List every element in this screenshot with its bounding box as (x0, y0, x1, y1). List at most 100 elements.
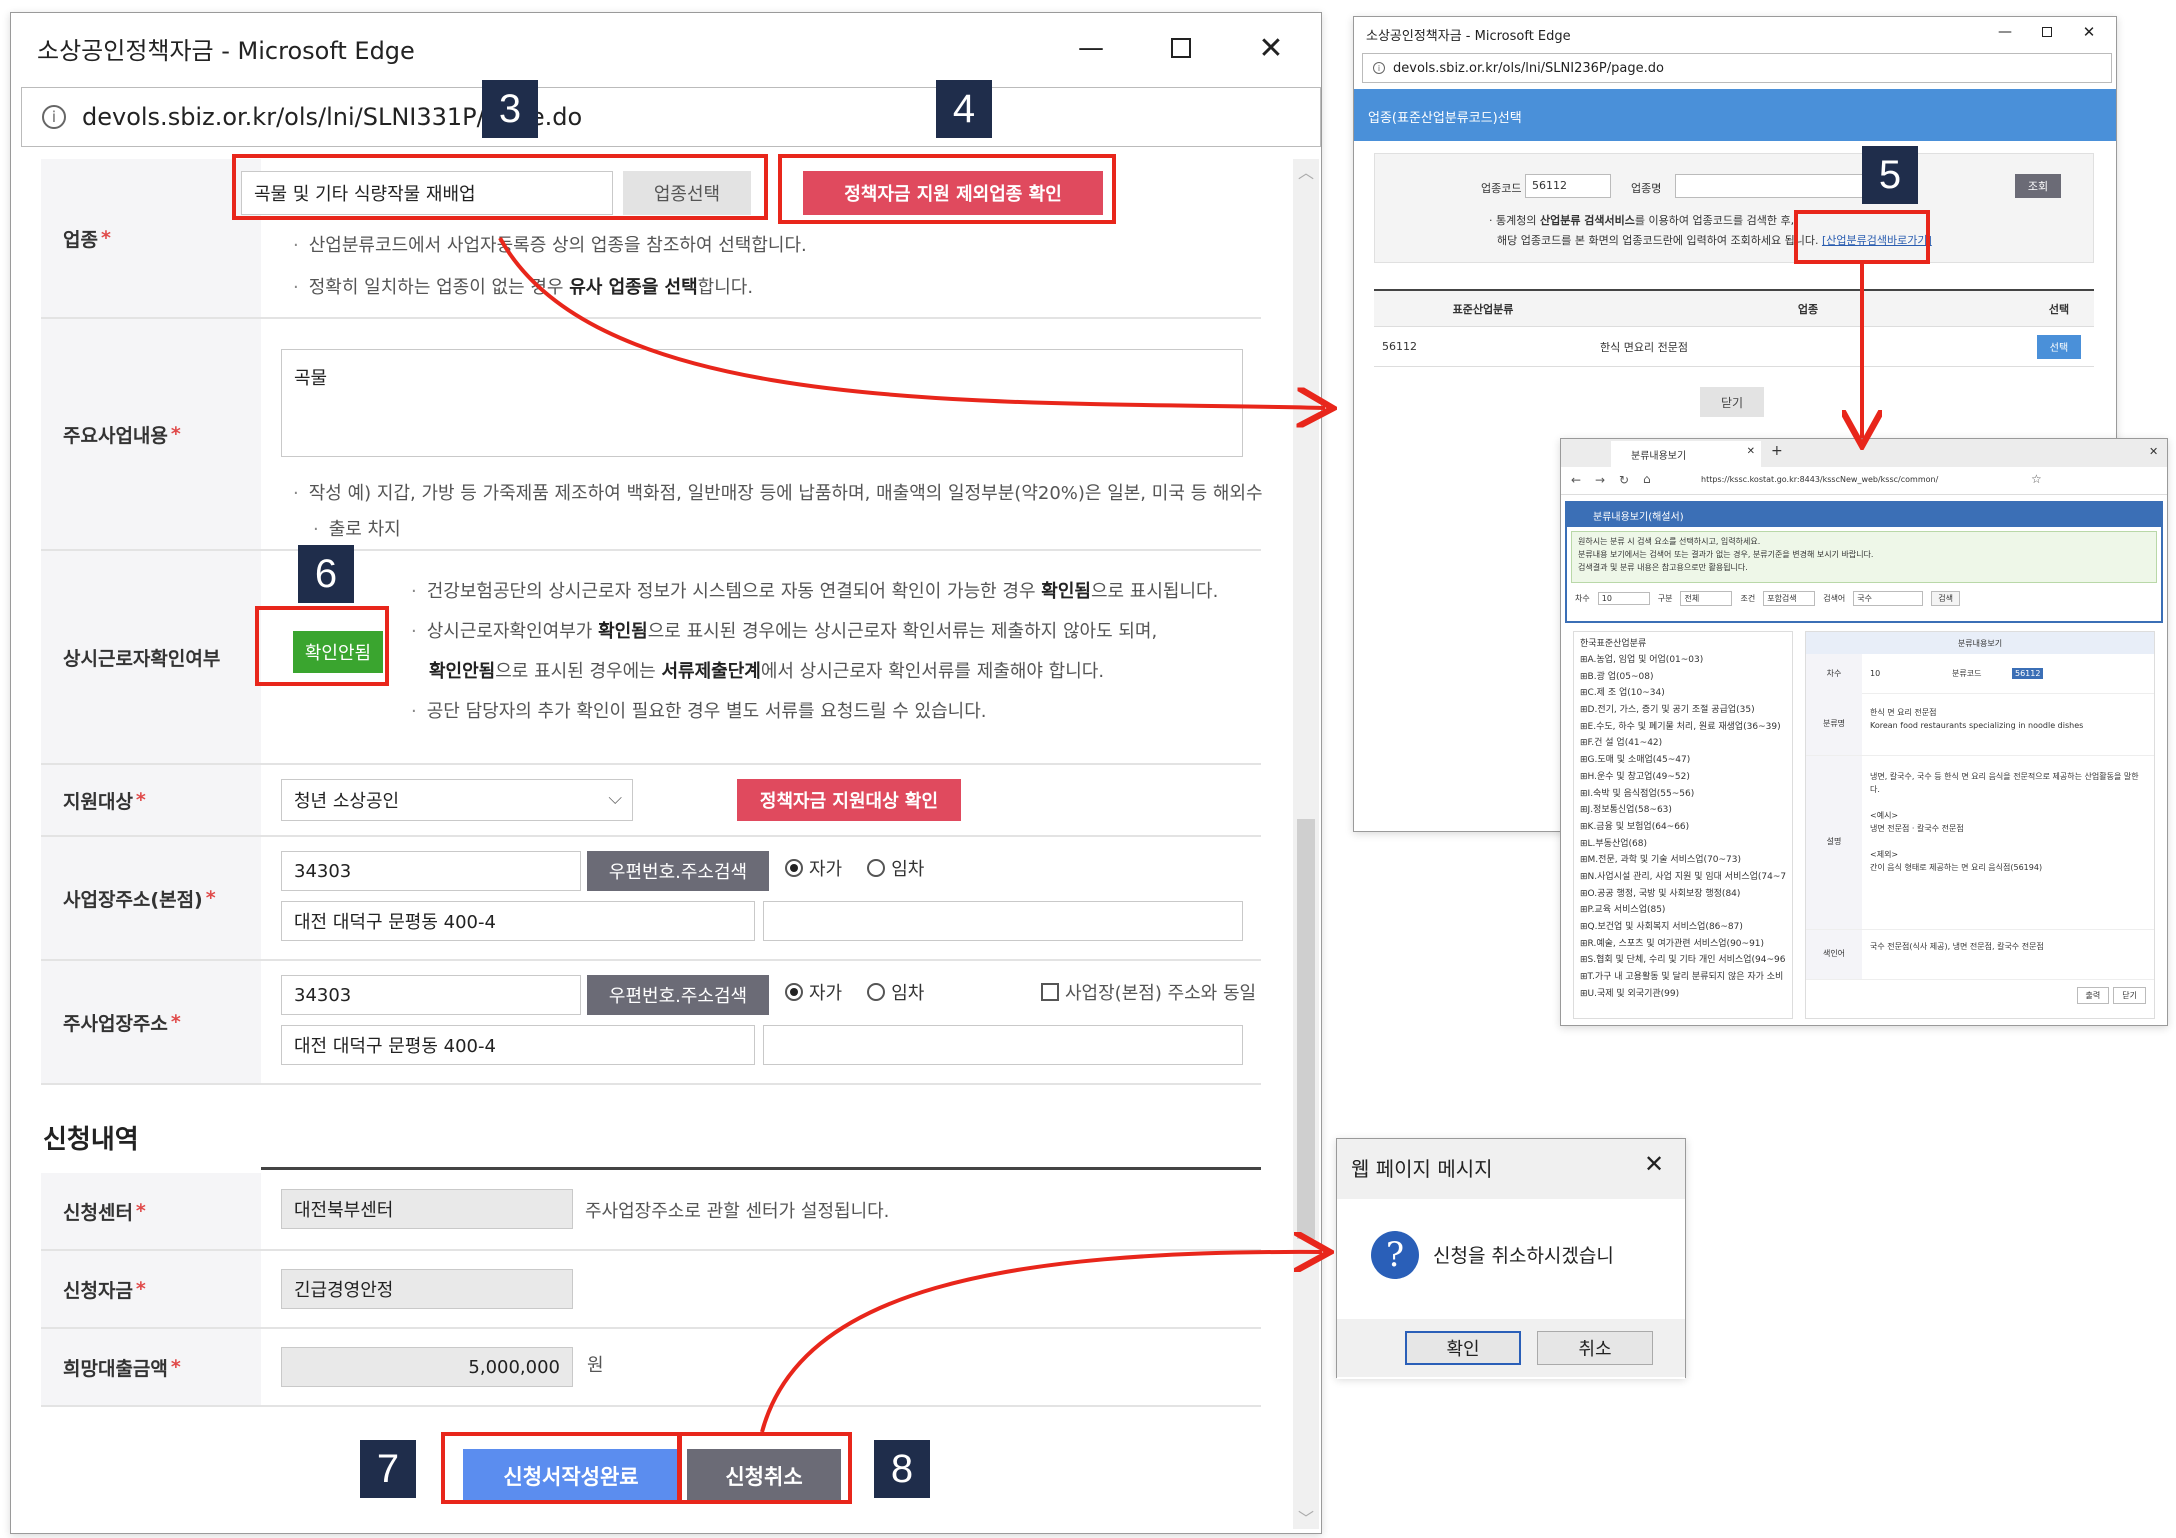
f-gu-select[interactable]: 전체 (1680, 591, 1733, 606)
kssc-browser-window: 분류내용보기 ✕ + ✕ ← → ↻ ⌂ https://kssc.kostat.… (1560, 438, 2168, 1026)
scroll-down-icon[interactable]: ﹀ (1293, 1505, 1319, 1529)
tree-item[interactable]: ⊞R.예술, 스포츠 및 여가관련 서비스업(90~91) (1580, 936, 1786, 953)
target-select[interactable]: 청년 소상공인 ⌵ (281, 779, 633, 821)
forward-icon[interactable]: → (1595, 473, 1605, 487)
dialog-ok-button[interactable]: 확인 (1405, 1331, 1521, 1365)
tree-item[interactable]: ⊞U.국제 및 외국기관(99) (1580, 986, 1786, 1003)
kssc-print-button[interactable]: 출력 (2076, 987, 2110, 1004)
kssc-close-button[interactable]: 닫기 (2113, 987, 2146, 1004)
popup-address-bar[interactable]: i devols.sbiz.or.kr/ols/lni/SLNI236P/pag… (1362, 53, 2112, 83)
kssc-panel: 분류내용보기(해설서) 원하시는 분류 시 검색 요소를 선택하시고, 입력하세… (1565, 501, 2163, 623)
industry-label: 업종 * (41, 159, 261, 317)
maximize-icon[interactable] (1161, 31, 1201, 65)
tree-item[interactable]: ⊞I.숙박 및 음식점업(55~56) (1580, 786, 1786, 803)
highlight-cancel-button (678, 1432, 852, 1504)
lookup-button[interactable]: 조회 (2015, 174, 2061, 198)
tree-item[interactable]: ⊞H.운수 및 창고업(49~52) (1580, 769, 1786, 786)
amount-input[interactable]: 5,000,000 (281, 1347, 573, 1387)
amount-label: 희망대출금액 * (41, 1329, 261, 1405)
business-note-2: 출로 차지 (313, 515, 401, 541)
popup-maximize-icon[interactable] (2036, 21, 2058, 43)
new-tab-icon[interactable]: + (1771, 443, 1783, 459)
result-table: 표준산업분류 업종 선택 56112 한식 면요리 전문점 선택 (1374, 289, 2094, 367)
dialog-close-icon[interactable]: ✕ (1637, 1149, 1671, 1179)
worker-row: 상시근로자확인여부 확인안됨 건강보험공단의 상시근로자 정보가 시스템으로 자… (41, 551, 1261, 765)
refresh-icon[interactable]: ↻ (1619, 473, 1629, 487)
back-icon[interactable]: ← (1571, 473, 1581, 487)
code-label: 업종코드 (1481, 182, 1522, 195)
tree-item[interactable]: ⊞T.가구 내 고용활동 및 달리 분류되지 않은 자가 소비 생산활동(97~… (1580, 969, 1786, 986)
main-zip-input[interactable]: 34303 (281, 975, 581, 1015)
code-input[interactable]: 56112 (1525, 174, 1611, 198)
hq-address-search-button[interactable]: 우편번호.주소검색 (587, 851, 769, 891)
target-check-button[interactable]: 정책자금 지원대상 확인 (737, 779, 961, 821)
tree-item[interactable]: ⊞O.공공 행정, 국방 및 사회보장 행정(84) (1580, 886, 1786, 903)
close-icon[interactable]: ✕ (1251, 31, 1291, 66)
row-select-button[interactable]: 선택 (2037, 334, 2081, 359)
tree-item[interactable]: ⊞B.광 업(05~08) (1580, 669, 1786, 686)
detail-row-name: 분류명 한식 면 요리 전문점 Korean food restaurants s… (1806, 694, 2154, 756)
hq-rent-radio[interactable]: 임차 (867, 855, 924, 881)
tree-item[interactable]: ⊞A.농업, 임업 및 어업(01~03) (1580, 652, 1786, 669)
popup-minimize-icon[interactable]: — (1994, 21, 2016, 43)
scroll-thumb[interactable] (1297, 819, 1315, 1239)
page-scrollbar[interactable]: ︿ ﹀ (1293, 159, 1319, 1529)
popup-close-button[interactable]: 닫기 (1700, 387, 1764, 417)
hq-own-radio[interactable]: 자가 (785, 855, 842, 881)
tree-item[interactable]: ⊞D.전기, 가스, 증기 및 공기 조절 공급업(35) (1580, 702, 1786, 719)
kssc-nav-bar: ← → ↻ ⌂ https://kssc.kostat.go.kr:8443/k… (1561, 467, 2167, 495)
tree-item[interactable]: ⊞S.협회 및 단체, 수리 및 기타 개인 서비스업(94~96) (1580, 952, 1786, 969)
tree-item[interactable]: ⊞G.도매 및 소매업(45~47) (1580, 752, 1786, 769)
marker-7: 7 (360, 1440, 416, 1498)
kssc-close-icon[interactable]: ✕ (2149, 445, 2158, 458)
main-address-search-button[interactable]: 우편번호.주소검색 (587, 975, 769, 1015)
main-address-bar[interactable]: i devols.sbiz.or.kr/ols/lni/SLNI331P/pag… (21, 87, 1321, 147)
d-kw-value: 국수 전문점(식사 제공), 냉면 전문점, 칼국수 전문점 (1870, 942, 2044, 951)
favorite-icon[interactable]: ☆ (2031, 472, 2042, 486)
popup-close-icon[interactable]: ✕ (2078, 21, 2100, 43)
kssc-info-1: 원하시는 분류 시 검색 요소를 선택하시고, 입력하세요. (1578, 537, 1761, 546)
kssc-tab[interactable]: 분류내용보기 ✕ (1611, 441, 1761, 467)
kssc-search-button[interactable]: 검색 (1931, 591, 1961, 606)
tab-close-icon[interactable]: ✕ (1747, 446, 1755, 457)
tree-item[interactable]: ⊞M.전문, 과학 및 기술 서비스업(70~73) (1580, 852, 1786, 869)
tree-item[interactable]: ⊞L.부동산업(68) (1580, 836, 1786, 853)
main-address-detail-input[interactable] (763, 1025, 1243, 1065)
name-input[interactable] (1675, 174, 1875, 198)
tree-item[interactable]: ⊞C.제 조 업(10~34) (1580, 685, 1786, 702)
tree-item[interactable]: ⊞E.수도, 하수 및 폐기물 처리, 원료 재생업(36~39) (1580, 719, 1786, 736)
dialog-title: 웹 페이지 메시지 (1351, 1157, 1493, 1181)
tree-item[interactable]: ⊞K.금융 및 보험업(64~66) (1580, 819, 1786, 836)
tree-item[interactable]: ⊞N.사업시설 관리, 사업 지원 및 임대 서비스업(74~76) (1580, 869, 1786, 886)
popup-header: 업종(표준산업분류코드)선택 (1354, 89, 2116, 141)
kssc-url[interactable]: https://kssc.kostat.go.kr:8443/ksscNew_w… (1701, 475, 1938, 484)
tree-item[interactable]: ⊞Q.보건업 및 사회복지 서비스업(86~87) (1580, 919, 1786, 936)
scroll-up-icon[interactable]: ︿ (1293, 159, 1319, 183)
info-icon: i (42, 105, 66, 129)
kssc-panel-title: 분류내용보기(해설서) (1567, 503, 2161, 527)
f-kw-input[interactable]: 국수 (1853, 591, 1924, 606)
same-address-checkbox[interactable]: 사업장(본점) 주소와 동일 (1041, 979, 1256, 1005)
tree-item[interactable]: ⊞P.교육 서비스업(85) (1580, 902, 1786, 919)
hq-address-input[interactable]: 대전 대덕구 문평동 400-4 (281, 901, 755, 941)
business-textarea[interactable]: 곡물 (281, 349, 1243, 457)
tree-item[interactable]: ⊞F.건 설 업(41~42) (1580, 735, 1786, 752)
main-own-radio[interactable]: 자가 (785, 979, 842, 1005)
minimize-icon[interactable]: — (1071, 31, 1111, 65)
center-row: 신청센터 * 대전북부센터 주사업장주소로 관할 센터가 설정됩니다. (41, 1173, 1261, 1251)
home-icon[interactable]: ⌂ (1643, 472, 1651, 486)
business-label: 주요사업내용 * (41, 319, 261, 549)
popup-window-title: 소상공인정책자금 - Microsoft Edge (1366, 29, 1571, 44)
target-label: 지원대상 * (41, 765, 261, 835)
table-header: 표준산업분류 업종 선택 (1374, 291, 2094, 327)
f-jo-select[interactable]: 포함검색 (1763, 591, 1816, 606)
marker-8: 8 (874, 1440, 930, 1498)
tree-item[interactable]: ⊞J.정보통신업(58~63) (1580, 802, 1786, 819)
dialog-cancel-button[interactable]: 취소 (1537, 1331, 1653, 1365)
hq-address-detail-input[interactable] (763, 901, 1243, 941)
f-cha-select[interactable]: 10 (1597, 592, 1650, 605)
main-rent-radio[interactable]: 임차 (867, 979, 924, 1005)
hq-zip-input[interactable]: 34303 (281, 851, 581, 891)
main-address-input[interactable]: 대전 대덕구 문평동 400-4 (281, 1025, 755, 1065)
d-kw-label: 색인어 (1806, 930, 1862, 979)
